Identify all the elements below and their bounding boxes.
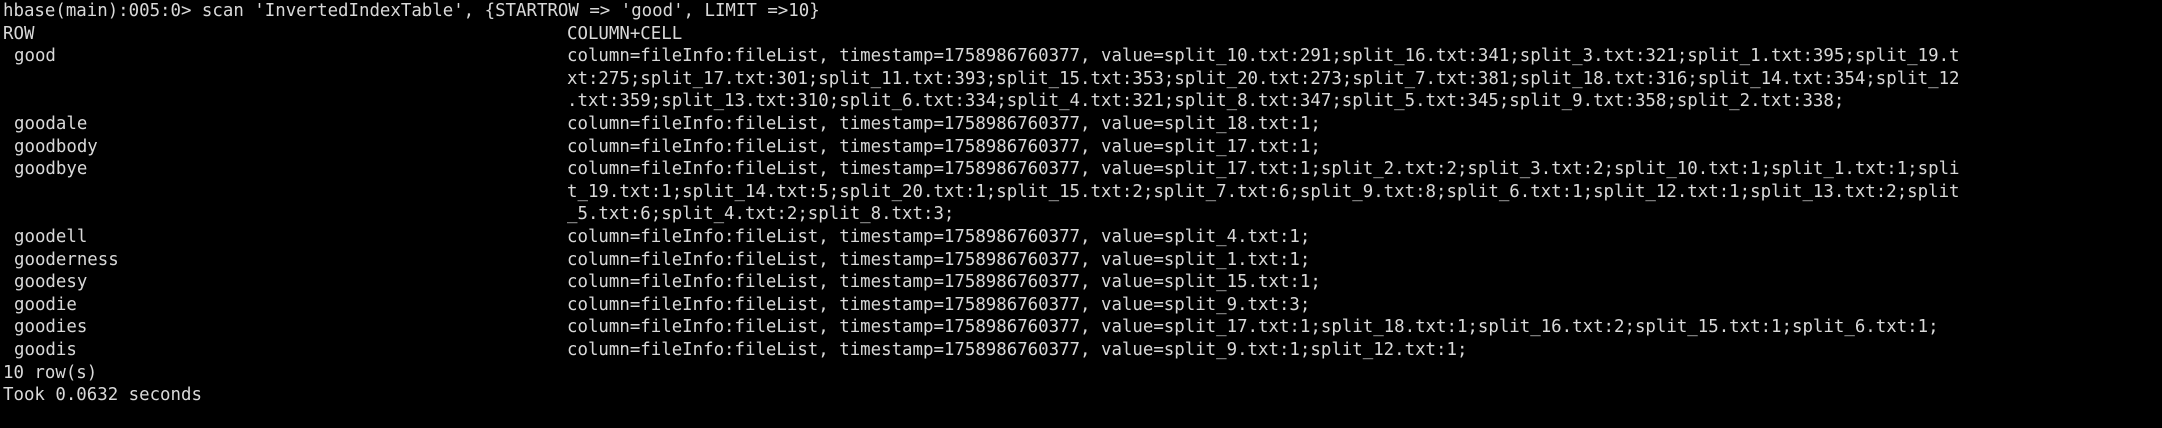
- row-key: gooderness: [14, 249, 119, 270]
- scan-results: good column=fileInfo:fileList, timestamp=…: [3, 45, 2162, 361]
- cell-value: column=fileInfo:fileList, timestamp=1758…: [567, 159, 1960, 180]
- row-key: [3, 90, 567, 113]
- row-key: goodesy: [14, 272, 88, 293]
- cell-value: .txt:359;split_13.txt:310;split_6.txt:33…: [567, 91, 1845, 112]
- table-header: ROW COLUMN+CELL: [3, 23, 2162, 46]
- column-cell-header: COLUMN+CELL: [567, 23, 683, 44]
- row-key: [3, 203, 567, 226]
- table-row: goodis column=fileInfo:fileList, timestam…: [3, 339, 2162, 362]
- cell-value: column=fileInfo:fileList, timestamp=1758…: [567, 272, 1321, 293]
- row-key: goodbody: [14, 136, 98, 157]
- table-row: goodbody column=fileInfo:fileList, timest…: [3, 136, 2162, 159]
- cell-value: column=fileInfo:fileList, timestamp=1758…: [567, 226, 1311, 247]
- cell-value: column=fileInfo:fileList, timestamp=1758…: [567, 46, 1960, 67]
- table-row: goodies column=fileInfo:fileList, timesta…: [3, 316, 2162, 339]
- cell-value: xt:275;split_17.txt:301;split_11.txt:393…: [567, 68, 1960, 89]
- row-key: goodie: [14, 294, 77, 315]
- row-key: good: [14, 46, 56, 67]
- cell-value: column=fileInfo:fileList, timestamp=1758…: [567, 113, 1321, 134]
- table-row-continuation: _5.txt:6;split_4.txt:2;split_8.txt:3;: [3, 203, 2162, 226]
- row-column-header: ROW: [3, 23, 35, 44]
- cell-value: _5.txt:6;split_4.txt:2;split_8.txt:3;: [567, 204, 955, 225]
- table-row: goodell column=fileInfo:fileList, timesta…: [3, 226, 2162, 249]
- row-key: goodis: [14, 339, 77, 360]
- row-key: goodies: [14, 317, 88, 338]
- table-row-continuation: t_19.txt:1;split_14.txt:5;split_20.txt:1…: [3, 181, 2162, 204]
- table-row: goodie column=fileInfo:fileList, timestam…: [3, 294, 2162, 317]
- cell-value: t_19.txt:1;split_14.txt:5;split_20.txt:1…: [567, 181, 1960, 202]
- row-key: goodbye: [14, 159, 88, 180]
- table-row: goodbye column=fileInfo:fileList, timesta…: [3, 158, 2162, 181]
- cell-value: column=fileInfo:fileList, timestamp=1758…: [567, 317, 1939, 338]
- table-row-continuation: xt:275;split_17.txt:301;split_11.txt:393…: [3, 68, 2162, 91]
- cell-value: column=fileInfo:fileList, timestamp=1758…: [567, 294, 1311, 315]
- row-key: goodale: [14, 113, 88, 134]
- table-row: good column=fileInfo:fileList, timestamp=…: [3, 45, 2162, 68]
- cell-value: column=fileInfo:fileList, timestamp=1758…: [567, 339, 1468, 360]
- row-key: goodell: [14, 226, 88, 247]
- table-row-continuation: .txt:359;split_13.txt:310;split_6.txt:33…: [3, 90, 2162, 113]
- table-row: goodesy column=fileInfo:fileList, timesta…: [3, 271, 2162, 294]
- row-count-line: 10 row(s): [3, 362, 98, 383]
- cell-value: column=fileInfo:fileList, timestamp=1758…: [567, 249, 1311, 270]
- row-key: [3, 181, 567, 204]
- cell-value: column=fileInfo:fileList, timestamp=1758…: [567, 136, 1321, 157]
- command-line: hbase(main):005:0> scan 'InvertedIndexTa…: [3, 1, 820, 21]
- terminal-window[interactable]: hbase(main):005:0> scan 'InvertedIndexTa…: [0, 0, 2162, 428]
- table-row: goodale column=fileInfo:fileList, timesta…: [3, 113, 2162, 136]
- timing-line: Took 0.0632 seconds: [3, 385, 202, 406]
- row-key: [3, 68, 567, 91]
- table-row: gooderness column=fileInfo:fileList, time…: [3, 249, 2162, 272]
